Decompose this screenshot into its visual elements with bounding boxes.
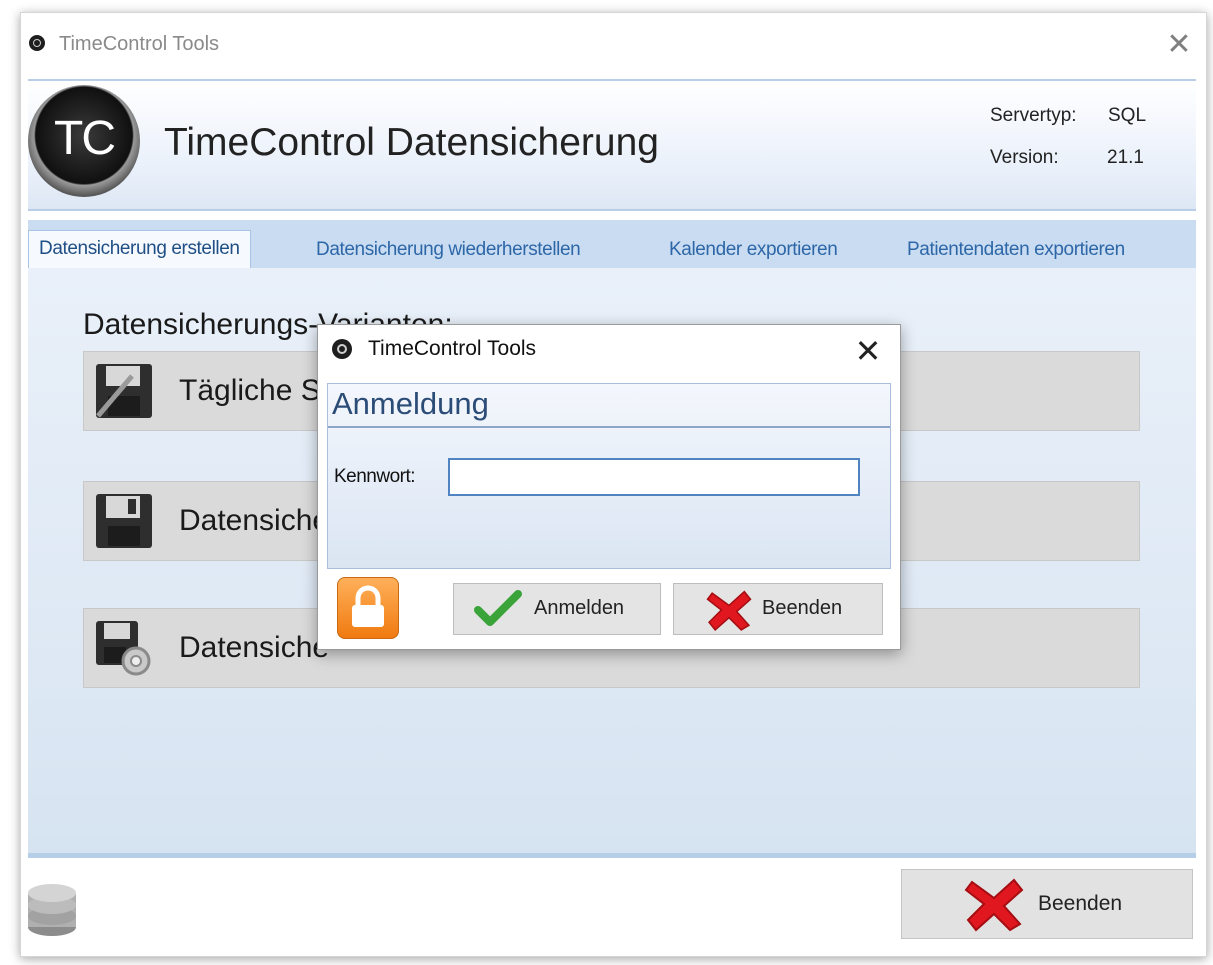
red-x-icon bbox=[706, 590, 752, 632]
login-button-label: Anmelden bbox=[534, 597, 625, 619]
divider bbox=[28, 853, 1196, 858]
close-icon[interactable]: ✕ bbox=[1161, 27, 1197, 63]
red-x-icon bbox=[964, 878, 1024, 932]
login-dialog: TimeControl Tools ✕ Anmeldung Kennwort: … bbox=[317, 324, 901, 650]
tab-kalender-exportieren[interactable]: Kalender exportieren bbox=[669, 232, 838, 268]
dialog-exit-button[interactable]: Beenden bbox=[673, 583, 883, 635]
dialog-exit-button-label: Beenden bbox=[762, 597, 843, 619]
floppy-disk-icon bbox=[96, 494, 152, 548]
option-label: Datensiche bbox=[179, 504, 330, 537]
window-title: TimeControl Tools bbox=[59, 33, 220, 55]
lock-button[interactable] bbox=[337, 577, 399, 639]
checkmark-icon bbox=[474, 590, 522, 626]
app-header: TC TimeControl Datensicherung Servertyp:… bbox=[28, 79, 1196, 211]
app-icon bbox=[332, 339, 352, 359]
dialog-title: TimeControl Tools bbox=[368, 337, 537, 360]
option-label: Datensiche bbox=[179, 631, 330, 664]
version-value: 21.1 bbox=[1107, 147, 1144, 168]
login-button[interactable]: Anmelden bbox=[453, 583, 661, 635]
lock-icon bbox=[352, 585, 384, 627]
tab-patientendaten-exportieren[interactable]: Patientendaten exportieren bbox=[907, 232, 1125, 268]
title-bar: TimeControl Tools ✕ bbox=[21, 13, 1206, 77]
password-field[interactable] bbox=[448, 458, 860, 496]
page-title: TimeControl Datensicherung bbox=[164, 121, 659, 164]
exit-button[interactable]: Beenden bbox=[901, 869, 1193, 939]
dialog-heading: Anmeldung bbox=[332, 386, 489, 421]
version-label: Version: bbox=[990, 147, 1059, 168]
exit-button-label: Beenden bbox=[1038, 892, 1123, 915]
tab-bar: Datensicherung erstellen Datensicherung … bbox=[28, 220, 1196, 269]
divider bbox=[328, 426, 890, 428]
floppy-gear-icon bbox=[96, 621, 151, 676]
database-icon bbox=[28, 884, 76, 936]
app-icon bbox=[29, 35, 45, 51]
option-label: Tägliche S bbox=[179, 374, 321, 407]
login-panel: Anmeldung Kennwort: bbox=[327, 383, 891, 569]
logo-text: TC bbox=[54, 112, 116, 165]
tab-datensicherung-wiederherstellen[interactable]: Datensicherung wiederherstellen bbox=[316, 232, 581, 268]
floppy-pen-icon bbox=[96, 364, 152, 418]
server-type-label: Servertyp: bbox=[990, 105, 1077, 126]
tab-datensicherung-erstellen[interactable]: Datensicherung erstellen bbox=[28, 230, 251, 269]
server-type-value: SQL bbox=[1108, 105, 1147, 126]
close-icon[interactable]: ✕ bbox=[848, 331, 888, 371]
tc-logo: TC bbox=[28, 85, 140, 197]
password-label: Kennwort: bbox=[334, 466, 416, 487]
